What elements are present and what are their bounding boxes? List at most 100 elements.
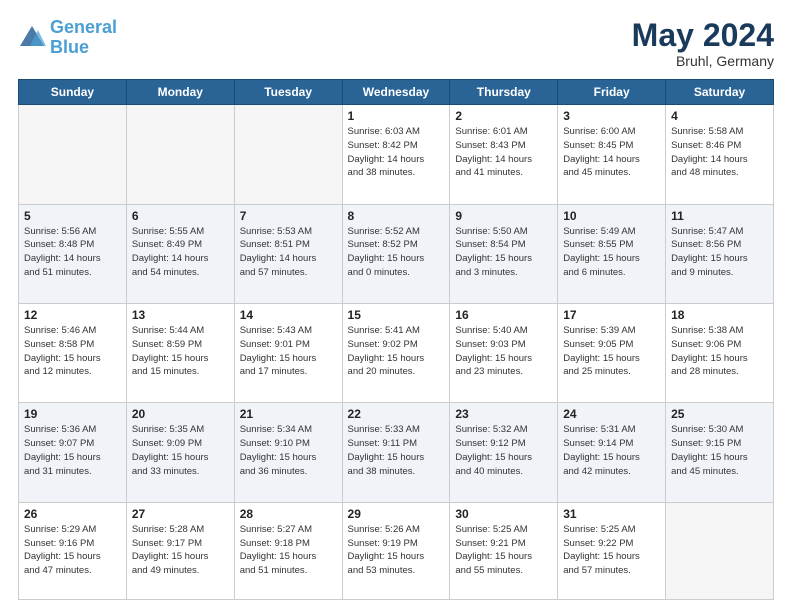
day-info: Sunrise: 5:55 AM Sunset: 8:49 PM Dayligh… — [132, 225, 229, 280]
calendar-cell — [234, 105, 342, 204]
calendar-cell: 21 Sunrise: 5:34 AM Sunset: 9:10 PM Dayli… — [234, 403, 342, 502]
calendar-cell: 27 Sunrise: 5:28 AM Sunset: 9:17 PM Dayli… — [126, 502, 234, 599]
day-header-wednesday: Wednesday — [342, 80, 450, 105]
day-info: Sunrise: 5:25 AM Sunset: 9:21 PM Dayligh… — [455, 523, 552, 578]
day-info: Sunrise: 5:25 AM Sunset: 9:22 PM Dayligh… — [563, 523, 660, 578]
calendar-cell: 24 Sunrise: 5:31 AM Sunset: 9:14 PM Dayli… — [558, 403, 666, 502]
header: General Blue May 2024 Bruhl, Germany — [18, 18, 774, 69]
location: Bruhl, Germany — [632, 53, 774, 69]
calendar-cell: 26 Sunrise: 5:29 AM Sunset: 9:16 PM Dayli… — [19, 502, 127, 599]
calendar-cell: 29Sunrise: 5:26 AM Sunset: 9:19 PM Dayli… — [342, 502, 450, 599]
day-info: Sunrise: 5:52 AM Sunset: 8:52 PM Dayligh… — [348, 225, 445, 280]
day-info: Sunrise: 5:30 AM Sunset: 9:15 PM Dayligh… — [671, 423, 768, 478]
month-year: May 2024 — [632, 18, 774, 53]
day-info: Sunrise: 5:27 AM Sunset: 9:18 PM Dayligh… — [240, 523, 337, 578]
calendar-cell: 7 Sunrise: 5:53 AM Sunset: 8:51 PM Daylig… — [234, 204, 342, 303]
day-number: 6 — [132, 209, 229, 223]
logo: General Blue — [18, 18, 117, 58]
calendar-cell: 30Sunrise: 5:25 AM Sunset: 9:21 PM Dayli… — [450, 502, 558, 599]
week-row-1: 1 Sunrise: 6:03 AM Sunset: 8:42 PM Daylig… — [19, 105, 774, 204]
page: General Blue May 2024 Bruhl, Germany Sun… — [0, 0, 792, 612]
calendar-cell: 6 Sunrise: 5:55 AM Sunset: 8:49 PM Daylig… — [126, 204, 234, 303]
day-header-saturday: Saturday — [666, 80, 774, 105]
day-info: Sunrise: 6:03 AM Sunset: 8:42 PM Dayligh… — [348, 125, 445, 180]
day-info: Sunrise: 5:56 AM Sunset: 8:48 PM Dayligh… — [24, 225, 121, 280]
week-row-3: 12 Sunrise: 5:46 AM Sunset: 8:58 PM Dayli… — [19, 304, 774, 403]
calendar-cell: 1 Sunrise: 6:03 AM Sunset: 8:42 PM Daylig… — [342, 105, 450, 204]
day-number: 18 — [671, 308, 768, 322]
day-number: 28 — [240, 507, 337, 521]
calendar-cell: 14Sunrise: 5:43 AM Sunset: 9:01 PM Dayli… — [234, 304, 342, 403]
calendar-cell: 9Sunrise: 5:50 AM Sunset: 8:54 PM Daylig… — [450, 204, 558, 303]
day-number: 3 — [563, 109, 660, 123]
calendar-cell: 13 Sunrise: 5:44 AM Sunset: 8:59 PM Dayli… — [126, 304, 234, 403]
calendar-cell — [666, 502, 774, 599]
day-info: Sunrise: 5:29 AM Sunset: 9:16 PM Dayligh… — [24, 523, 121, 578]
day-number: 7 — [240, 209, 337, 223]
day-number: 1 — [348, 109, 445, 123]
day-info: Sunrise: 6:00 AM Sunset: 8:45 PM Dayligh… — [563, 125, 660, 180]
calendar: SundayMondayTuesdayWednesdayThursdayFrid… — [18, 79, 774, 600]
calendar-cell: 8 Sunrise: 5:52 AM Sunset: 8:52 PM Daylig… — [342, 204, 450, 303]
day-number: 20 — [132, 407, 229, 421]
day-info: Sunrise: 5:34 AM Sunset: 9:10 PM Dayligh… — [240, 423, 337, 478]
day-info: Sunrise: 5:49 AM Sunset: 8:55 PM Dayligh… — [563, 225, 660, 280]
day-number: 12 — [24, 308, 121, 322]
day-info: Sunrise: 5:40 AM Sunset: 9:03 PM Dayligh… — [455, 324, 552, 379]
day-info: Sunrise: 5:43 AM Sunset: 9:01 PM Dayligh… — [240, 324, 337, 379]
day-info: Sunrise: 6:01 AM Sunset: 8:43 PM Dayligh… — [455, 125, 552, 180]
day-number: 26 — [24, 507, 121, 521]
day-info: Sunrise: 5:31 AM Sunset: 9:14 PM Dayligh… — [563, 423, 660, 478]
logo-text: General Blue — [50, 18, 117, 58]
day-number: 4 — [671, 109, 768, 123]
calendar-cell: 12 Sunrise: 5:46 AM Sunset: 8:58 PM Dayli… — [19, 304, 127, 403]
day-header-tuesday: Tuesday — [234, 80, 342, 105]
day-info: Sunrise: 5:28 AM Sunset: 9:17 PM Dayligh… — [132, 523, 229, 578]
day-info: Sunrise: 5:53 AM Sunset: 8:51 PM Dayligh… — [240, 225, 337, 280]
calendar-cell: 2Sunrise: 6:01 AM Sunset: 8:43 PM Daylig… — [450, 105, 558, 204]
day-number: 15 — [348, 308, 445, 322]
logo-line1: General — [50, 17, 117, 37]
calendar-cell: 28 Sunrise: 5:27 AM Sunset: 9:18 PM Dayli… — [234, 502, 342, 599]
day-info: Sunrise: 5:38 AM Sunset: 9:06 PM Dayligh… — [671, 324, 768, 379]
day-header-thursday: Thursday — [450, 80, 558, 105]
calendar-cell — [19, 105, 127, 204]
day-number: 8 — [348, 209, 445, 223]
calendar-cell: 19Sunrise: 5:36 AM Sunset: 9:07 PM Dayli… — [19, 403, 127, 502]
day-number: 24 — [563, 407, 660, 421]
day-number: 23 — [455, 407, 552, 421]
day-info: Sunrise: 5:41 AM Sunset: 9:02 PM Dayligh… — [348, 324, 445, 379]
day-info: Sunrise: 5:32 AM Sunset: 9:12 PM Dayligh… — [455, 423, 552, 478]
day-info: Sunrise: 5:47 AM Sunset: 8:56 PM Dayligh… — [671, 225, 768, 280]
calendar-cell: 17Sunrise: 5:39 AM Sunset: 9:05 PM Dayli… — [558, 304, 666, 403]
day-number: 31 — [563, 507, 660, 521]
day-number: 5 — [24, 209, 121, 223]
day-info: Sunrise: 5:46 AM Sunset: 8:58 PM Dayligh… — [24, 324, 121, 379]
day-info: Sunrise: 5:50 AM Sunset: 8:54 PM Dayligh… — [455, 225, 552, 280]
day-info: Sunrise: 5:36 AM Sunset: 9:07 PM Dayligh… — [24, 423, 121, 478]
day-number: 13 — [132, 308, 229, 322]
calendar-cell: 11Sunrise: 5:47 AM Sunset: 8:56 PM Dayli… — [666, 204, 774, 303]
day-number: 16 — [455, 308, 552, 322]
day-header-sunday: Sunday — [19, 80, 127, 105]
week-row-5: 26 Sunrise: 5:29 AM Sunset: 9:16 PM Dayli… — [19, 502, 774, 599]
calendar-cell: 5 Sunrise: 5:56 AM Sunset: 8:48 PM Daylig… — [19, 204, 127, 303]
calendar-cell: 23 Sunrise: 5:32 AM Sunset: 9:12 PM Dayli… — [450, 403, 558, 502]
calendar-cell: 31 Sunrise: 5:25 AM Sunset: 9:22 PM Dayli… — [558, 502, 666, 599]
week-row-4: 19Sunrise: 5:36 AM Sunset: 9:07 PM Dayli… — [19, 403, 774, 502]
day-number: 10 — [563, 209, 660, 223]
day-info: Sunrise: 5:26 AM Sunset: 9:19 PM Dayligh… — [348, 523, 445, 578]
day-number: 21 — [240, 407, 337, 421]
day-info: Sunrise: 5:44 AM Sunset: 8:59 PM Dayligh… — [132, 324, 229, 379]
calendar-cell: 20Sunrise: 5:35 AM Sunset: 9:09 PM Dayli… — [126, 403, 234, 502]
calendar-cell: 22Sunrise: 5:33 AM Sunset: 9:11 PM Dayli… — [342, 403, 450, 502]
calendar-cell: 10 Sunrise: 5:49 AM Sunset: 8:55 PM Dayli… — [558, 204, 666, 303]
day-number: 27 — [132, 507, 229, 521]
calendar-cell: 15 Sunrise: 5:41 AM Sunset: 9:02 PM Dayli… — [342, 304, 450, 403]
week-row-2: 5 Sunrise: 5:56 AM Sunset: 8:48 PM Daylig… — [19, 204, 774, 303]
day-header-friday: Friday — [558, 80, 666, 105]
calendar-cell: 3 Sunrise: 6:00 AM Sunset: 8:45 PM Daylig… — [558, 105, 666, 204]
logo-icon — [18, 24, 46, 52]
day-info: Sunrise: 5:33 AM Sunset: 9:11 PM Dayligh… — [348, 423, 445, 478]
calendar-cell — [126, 105, 234, 204]
